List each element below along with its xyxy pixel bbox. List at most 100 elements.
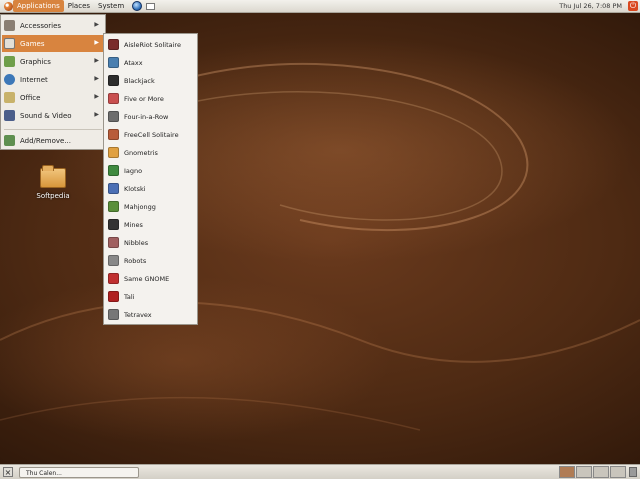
game-icon bbox=[108, 273, 119, 284]
game-icon bbox=[108, 201, 119, 212]
web-browser-icon[interactable] bbox=[132, 1, 143, 11]
workspace-4[interactable] bbox=[610, 466, 626, 478]
game-item[interactable]: Nibbles bbox=[105, 234, 196, 251]
submenu-arrow-icon: ▶ bbox=[94, 21, 99, 28]
game-icon bbox=[108, 75, 119, 86]
taskbar-window-button[interactable]: Thu Calen... bbox=[19, 466, 139, 478]
game-label: Nibbles bbox=[124, 238, 149, 247]
clock[interactable]: Thu Jul 26, 7:08 PM bbox=[556, 2, 625, 10]
game-label: Iagno bbox=[124, 166, 143, 175]
submenu-arrow-icon: ▶ bbox=[94, 111, 99, 118]
game-item[interactable]: Gnometris bbox=[105, 144, 196, 161]
submenu-arrow-icon: ▶ bbox=[94, 75, 99, 82]
game-label: Mahjongg bbox=[124, 202, 156, 211]
menu-item-sound-video[interactable]: Sound & Video ▶ bbox=[2, 107, 104, 124]
game-item[interactable]: Tetravex bbox=[105, 306, 196, 323]
game-label: Ataxx bbox=[124, 58, 143, 67]
game-item[interactable]: Same GNOME bbox=[105, 270, 196, 287]
menu-item-label: Accessories bbox=[20, 21, 62, 30]
game-icon bbox=[108, 291, 119, 302]
graphics-icon bbox=[4, 56, 15, 67]
trash-icon[interactable] bbox=[629, 467, 637, 477]
game-item[interactable]: Iagno bbox=[105, 162, 196, 179]
sound-video-icon bbox=[4, 110, 15, 121]
workspace-3[interactable] bbox=[593, 466, 609, 478]
menu-item-label: Games bbox=[20, 39, 45, 48]
office-icon bbox=[4, 92, 15, 103]
desktop-icon-softpedia[interactable]: Softpedia bbox=[26, 165, 80, 200]
game-label: Tetravex bbox=[124, 310, 152, 319]
games-submenu: AisleRiot Solitaire Ataxx Blackjack Five… bbox=[103, 33, 198, 325]
workspace-switcher bbox=[558, 466, 626, 478]
game-item[interactable]: FreeCell Solitaire bbox=[105, 126, 196, 143]
menu-item-label: Office bbox=[20, 93, 41, 102]
workspace-2[interactable] bbox=[576, 466, 592, 478]
game-icon bbox=[108, 147, 119, 158]
power-icon[interactable]: ⏻ bbox=[628, 1, 638, 11]
game-item[interactable]: Tali bbox=[105, 288, 196, 305]
game-label: Four-in-a-Row bbox=[124, 112, 169, 121]
menu-item-label: Add/Remove... bbox=[20, 136, 71, 145]
workspace-1[interactable] bbox=[559, 466, 575, 478]
panel-menubar: Applications Places System bbox=[0, 0, 156, 13]
menu-system[interactable]: System bbox=[94, 0, 128, 12]
games-icon bbox=[4, 38, 15, 49]
game-item[interactable]: Blackjack bbox=[105, 72, 196, 89]
game-label: Blackjack bbox=[124, 76, 155, 85]
menu-item-internet[interactable]: Internet ▶ bbox=[2, 71, 104, 88]
game-icon bbox=[108, 39, 119, 50]
game-item[interactable]: Ataxx bbox=[105, 54, 196, 71]
bottom-panel: × Thu Calen... bbox=[0, 464, 640, 479]
game-icon bbox=[108, 183, 119, 194]
accessories-icon bbox=[4, 20, 15, 31]
game-icon bbox=[108, 309, 119, 320]
game-item[interactable]: Five or More bbox=[105, 90, 196, 107]
menu-item-add-remove[interactable]: Add/Remove... bbox=[2, 132, 104, 149]
game-label: Robots bbox=[124, 256, 147, 265]
menu-applications[interactable]: Applications bbox=[13, 0, 64, 12]
submenu-arrow-icon: ▶ bbox=[94, 39, 99, 46]
game-item[interactable]: Klotski bbox=[105, 180, 196, 197]
game-item[interactable]: Mines bbox=[105, 216, 196, 233]
applications-menu: Accessories ▶ Games ▶ Graphics ▶ Interne… bbox=[0, 14, 106, 150]
folder-icon bbox=[40, 165, 66, 188]
game-item[interactable]: Four-in-a-Row bbox=[105, 108, 196, 125]
menu-places[interactable]: Places bbox=[64, 0, 94, 12]
menu-item-office[interactable]: Office ▶ bbox=[2, 89, 104, 106]
submenu-arrow-icon: ▶ bbox=[94, 93, 99, 100]
game-icon bbox=[108, 129, 119, 140]
game-label: Tali bbox=[124, 292, 135, 301]
game-icon bbox=[108, 165, 119, 176]
internet-icon bbox=[4, 74, 15, 85]
system-tray: Thu Jul 26, 7:08 PM ⏻ bbox=[556, 0, 640, 13]
game-item[interactable]: Mahjongg bbox=[105, 198, 196, 215]
menu-item-label: Internet bbox=[20, 75, 48, 84]
game-icon bbox=[108, 237, 119, 248]
menu-item-accessories[interactable]: Accessories ▶ bbox=[2, 17, 104, 34]
menu-item-label: Sound & Video bbox=[20, 111, 72, 120]
show-desktop-icon[interactable]: × bbox=[3, 467, 13, 477]
add-remove-icon bbox=[4, 135, 15, 146]
menu-item-label: Graphics bbox=[20, 57, 51, 66]
game-label: Gnometris bbox=[124, 148, 158, 157]
game-item[interactable]: Robots bbox=[105, 252, 196, 269]
game-label: Klotski bbox=[124, 184, 146, 193]
menu-item-graphics[interactable]: Graphics ▶ bbox=[2, 53, 104, 70]
game-item[interactable]: AisleRiot Solitaire bbox=[105, 36, 196, 53]
game-label: Mines bbox=[124, 220, 143, 229]
game-icon bbox=[108, 57, 119, 68]
menu-item-games[interactable]: Games ▶ bbox=[2, 35, 104, 52]
game-label: Same GNOME bbox=[124, 274, 170, 283]
desktop-icon-label: Softpedia bbox=[36, 192, 70, 200]
game-icon bbox=[108, 255, 119, 266]
game-icon bbox=[108, 219, 119, 230]
menu-separator bbox=[4, 129, 102, 130]
game-label: FreeCell Solitaire bbox=[124, 130, 179, 139]
game-icon bbox=[108, 93, 119, 104]
ubuntu-logo-icon[interactable] bbox=[4, 1, 13, 11]
game-label: AisleRiot Solitaire bbox=[124, 40, 181, 49]
top-panel: Applications Places System Thu Jul 26, 7… bbox=[0, 0, 640, 13]
mail-icon[interactable] bbox=[146, 2, 156, 10]
submenu-arrow-icon: ▶ bbox=[94, 57, 99, 64]
game-icon bbox=[108, 111, 119, 122]
